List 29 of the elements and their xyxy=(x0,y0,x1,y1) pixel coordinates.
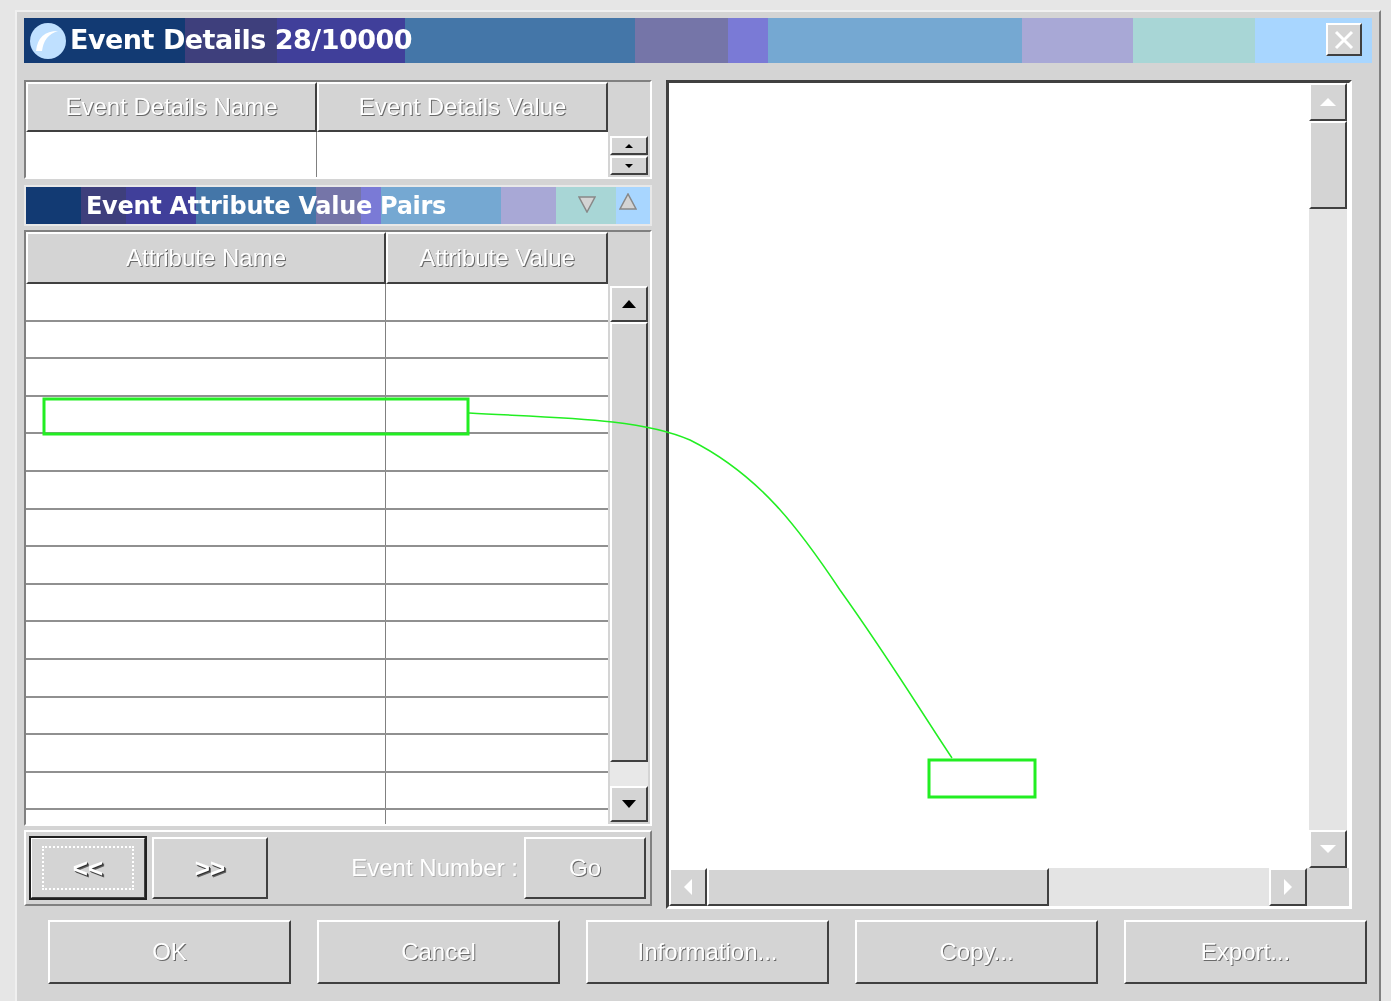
scroll-up-button[interactable] xyxy=(1309,83,1347,121)
window-title: Event Details 28/10000 xyxy=(70,23,413,58)
scrollbar-thumb[interactable] xyxy=(1309,121,1347,209)
down-arrow-icon xyxy=(625,163,633,168)
column-header[interactable]: Attribute Value xyxy=(386,232,608,284)
column-header[interactable]: Attribute Name xyxy=(26,232,386,284)
scroll-right-button[interactable] xyxy=(1269,868,1307,906)
scroll-down-button[interactable] xyxy=(1309,830,1347,868)
right-arrow-icon xyxy=(1284,879,1292,895)
up-arrow-icon xyxy=(622,300,636,308)
column-header[interactable]: Event Details Value xyxy=(317,82,608,132)
column-header[interactable]: Event Details Name xyxy=(26,82,317,132)
scrollbar-thumb[interactable] xyxy=(707,868,1049,906)
scrollbar-track xyxy=(610,762,648,786)
scrollbar-thumb[interactable] xyxy=(610,322,648,762)
close-button[interactable] xyxy=(1326,23,1362,56)
scroll-up-button[interactable] xyxy=(610,136,648,155)
down-arrow-icon xyxy=(622,800,636,808)
left-arrow-icon xyxy=(684,879,692,895)
close-icon xyxy=(1333,29,1355,50)
down-arrow-icon xyxy=(1320,845,1336,853)
scroll-down-button[interactable] xyxy=(610,786,648,822)
section-title: Event Attribute Value Pairs xyxy=(86,190,446,222)
up-arrow-icon xyxy=(1320,98,1336,106)
scroll-up-button[interactable] xyxy=(610,286,648,322)
scroll-left-button[interactable] xyxy=(669,868,707,906)
up-arrow-icon xyxy=(625,143,633,148)
scroll-down-button[interactable] xyxy=(610,156,648,175)
app-logo-icon xyxy=(28,20,68,61)
